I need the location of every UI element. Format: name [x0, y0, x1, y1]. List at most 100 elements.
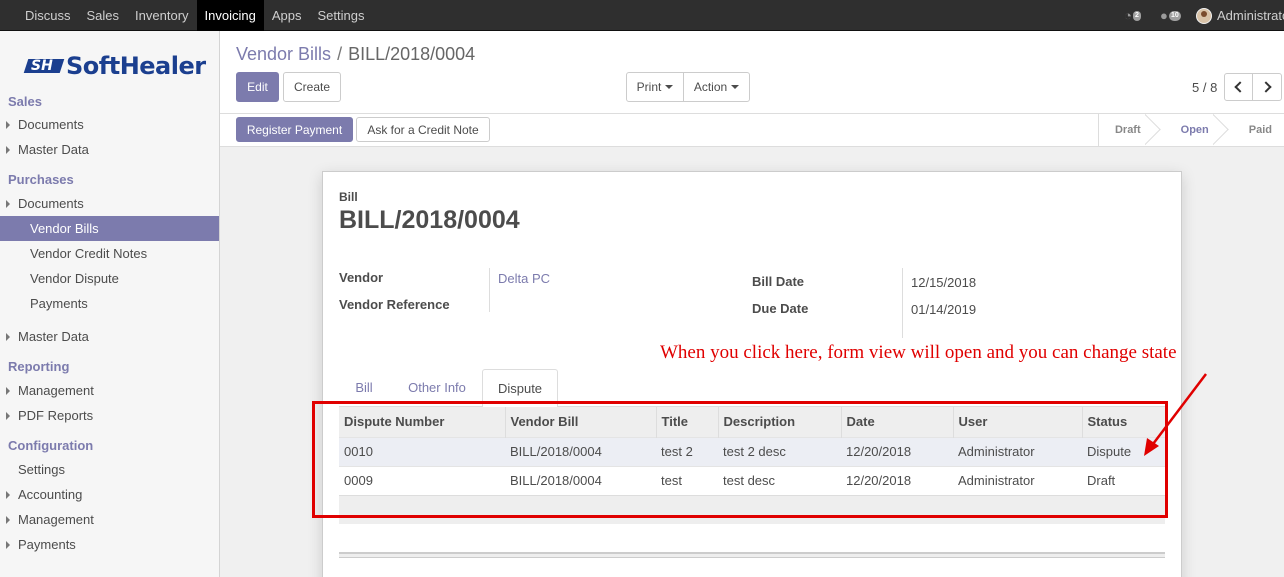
cell-status: Dispute: [1082, 436, 1165, 466]
sidebar-item-pdf-reports[interactable]: PDF Reports: [0, 403, 219, 428]
softhealer-logo-icon: [26, 56, 62, 76]
column-title[interactable]: Title: [655, 407, 718, 437]
sidebar-item-label: Management: [18, 512, 94, 527]
column-status[interactable]: Status: [1081, 407, 1165, 437]
sidebar-item-config-management[interactable]: Management: [0, 507, 219, 532]
sidebar-item-sales-documents[interactable]: Documents: [0, 112, 219, 137]
vendor-field[interactable]: Delta PC: [498, 271, 550, 286]
main-menu: Discuss Sales Inventory Invoicing Apps S…: [17, 0, 372, 31]
status-stages: Draft Open Paid: [1097, 114, 1284, 146]
stage-paid[interactable]: Paid: [1221, 114, 1284, 146]
sidebar-item-purchases-master-data[interactable]: Master Data: [0, 324, 219, 349]
vendor-reference-label: Vendor Reference: [339, 297, 450, 312]
sidebar-heading-reporting[interactable]: Reporting: [0, 349, 219, 378]
avatar[interactable]: [1196, 7, 1212, 24]
sidebar-item-vendor-dispute[interactable]: Vendor Dispute: [0, 266, 219, 291]
column-date[interactable]: Date: [840, 407, 953, 437]
print-dropdown[interactable]: Print: [626, 72, 684, 102]
messages-badge: 10: [1169, 10, 1181, 21]
vendor-label: Vendor: [339, 270, 384, 285]
caret-right-icon: [6, 491, 10, 499]
stage-draft[interactable]: Draft: [1099, 114, 1153, 146]
sidebar-item-vendor-credit-notes[interactable]: Vendor Credit Notes: [0, 241, 219, 266]
action-dropdown[interactable]: Action: [683, 72, 750, 102]
sidebar-heading-purchases[interactable]: Purchases: [0, 162, 219, 191]
menu-discuss[interactable]: Discuss: [17, 0, 79, 31]
caret-right-icon: [6, 387, 10, 395]
messages-button[interactable]: ● 10: [1160, 7, 1181, 23]
sidebar-heading-sales[interactable]: Sales: [0, 91, 219, 112]
due-date-field[interactable]: 01/14/2019: [911, 302, 976, 317]
tab-dispute[interactable]: Dispute: [482, 369, 558, 407]
cell-date: 12/20/2018: [841, 436, 953, 466]
sidebar-item-payments[interactable]: Payments: [0, 291, 219, 316]
stage-label: Draft: [1114, 124, 1141, 136]
menu-settings[interactable]: Settings: [309, 0, 372, 31]
table-row[interactable]: 0009 BILL/2018/0004 test test desc 12/20…: [339, 465, 1165, 495]
dispute-table: Dispute Number Vendor Bill Title Descrip…: [339, 407, 1165, 495]
sidebar: SoftHealer Sales Documents Master Data P…: [0, 31, 220, 577]
sidebar-item-reporting-management[interactable]: Management: [0, 378, 219, 403]
menu-inventory[interactable]: Inventory: [127, 0, 196, 31]
logo-text: SoftHealer: [66, 52, 206, 80]
create-button[interactable]: Create: [283, 72, 341, 102]
top-navbar: Discuss Sales Inventory Invoicing Apps S…: [0, 0, 1284, 31]
user-menu[interactable]: Administrator: [1217, 8, 1284, 23]
column-description[interactable]: Description: [717, 407, 841, 437]
tab-other-info[interactable]: Other Info: [397, 369, 477, 407]
register-payment-button[interactable]: Register Payment: [236, 117, 353, 142]
cell-description: test 2 desc: [718, 436, 841, 466]
sidebar-item-config-payments[interactable]: Payments: [0, 532, 219, 557]
sidebar-heading-configuration[interactable]: Configuration: [0, 428, 219, 457]
sidebar-item-label: Master Data: [18, 329, 89, 344]
pager-previous-button[interactable]: [1224, 73, 1253, 101]
comments-icon: ●: [1160, 7, 1168, 23]
annotation-text: When you click here, form view will open…: [660, 342, 1177, 363]
credit-note-button[interactable]: Ask for a Credit Note: [356, 117, 490, 142]
table-footer: [339, 495, 1165, 524]
tab-bill[interactable]: Bill: [343, 369, 385, 407]
stage-separator: [1145, 114, 1161, 146]
chevron-left-icon: [1234, 81, 1246, 93]
activity-button[interactable]: ◔ 2: [1124, 8, 1144, 23]
caret-down-icon: [665, 85, 674, 89]
breadcrumb-vendor-bills[interactable]: Vendor Bills: [236, 44, 331, 64]
bill-date-label: Bill Date: [752, 274, 805, 289]
menu-apps[interactable]: Apps: [264, 0, 310, 31]
caret-right-icon: [6, 412, 10, 420]
table-row[interactable]: 0010 BILL/2018/0004 test 2 test 2 desc 1…: [339, 436, 1165, 466]
cell-user: Administrator: [953, 465, 1082, 495]
column-user[interactable]: User: [952, 407, 1082, 437]
edit-button[interactable]: Edit: [236, 72, 279, 102]
pager-value[interactable]: 5 / 8: [1192, 80, 1217, 95]
sidebar-nav: Sales Documents Master Data Purchases Do…: [0, 91, 219, 557]
sidebar-item-settings[interactable]: Settings: [0, 457, 219, 482]
due-date-label: Due Date: [752, 301, 809, 316]
field-divider: [902, 268, 903, 338]
sidebar-item-accounting[interactable]: Accounting: [0, 482, 219, 507]
caret-right-icon: [6, 200, 10, 208]
breadcrumb-current: BILL/2018/0004: [348, 44, 476, 64]
bill-type-label: Bill: [339, 190, 358, 204]
table-header-row: Dispute Number Vendor Bill Title Descrip…: [339, 407, 1165, 437]
column-vendor-bill[interactable]: Vendor Bill: [504, 407, 656, 437]
menu-invoicing[interactable]: Invoicing: [196, 0, 264, 31]
sidebar-item-vendor-bills[interactable]: Vendor Bills: [0, 216, 219, 241]
sidebar-item-label: Documents: [18, 117, 84, 132]
sidebar-item-sales-master-data[interactable]: Master Data: [0, 137, 219, 162]
bill-date-field[interactable]: 12/15/2018: [911, 275, 976, 290]
company-logo[interactable]: SoftHealer: [26, 52, 206, 80]
column-dispute-number[interactable]: Dispute Number: [339, 407, 505, 437]
print-label: Print: [636, 80, 662, 94]
sidebar-item-purchases-documents[interactable]: Documents: [0, 191, 219, 216]
pager-next-button[interactable]: [1252, 73, 1282, 101]
stage-open[interactable]: Open: [1153, 114, 1221, 146]
breadcrumb: Vendor Bills / BILL/2018/0004: [236, 44, 475, 64]
bill-number: BILL/2018/0004: [339, 206, 520, 234]
menu-sales[interactable]: Sales: [79, 0, 128, 31]
sidebar-item-label: Payments: [18, 537, 76, 552]
cell-date: 12/20/2018: [841, 465, 953, 495]
chevron-right-icon: [1259, 81, 1272, 93]
caret-right-icon: [6, 333, 10, 341]
caret-right-icon: [6, 146, 10, 154]
